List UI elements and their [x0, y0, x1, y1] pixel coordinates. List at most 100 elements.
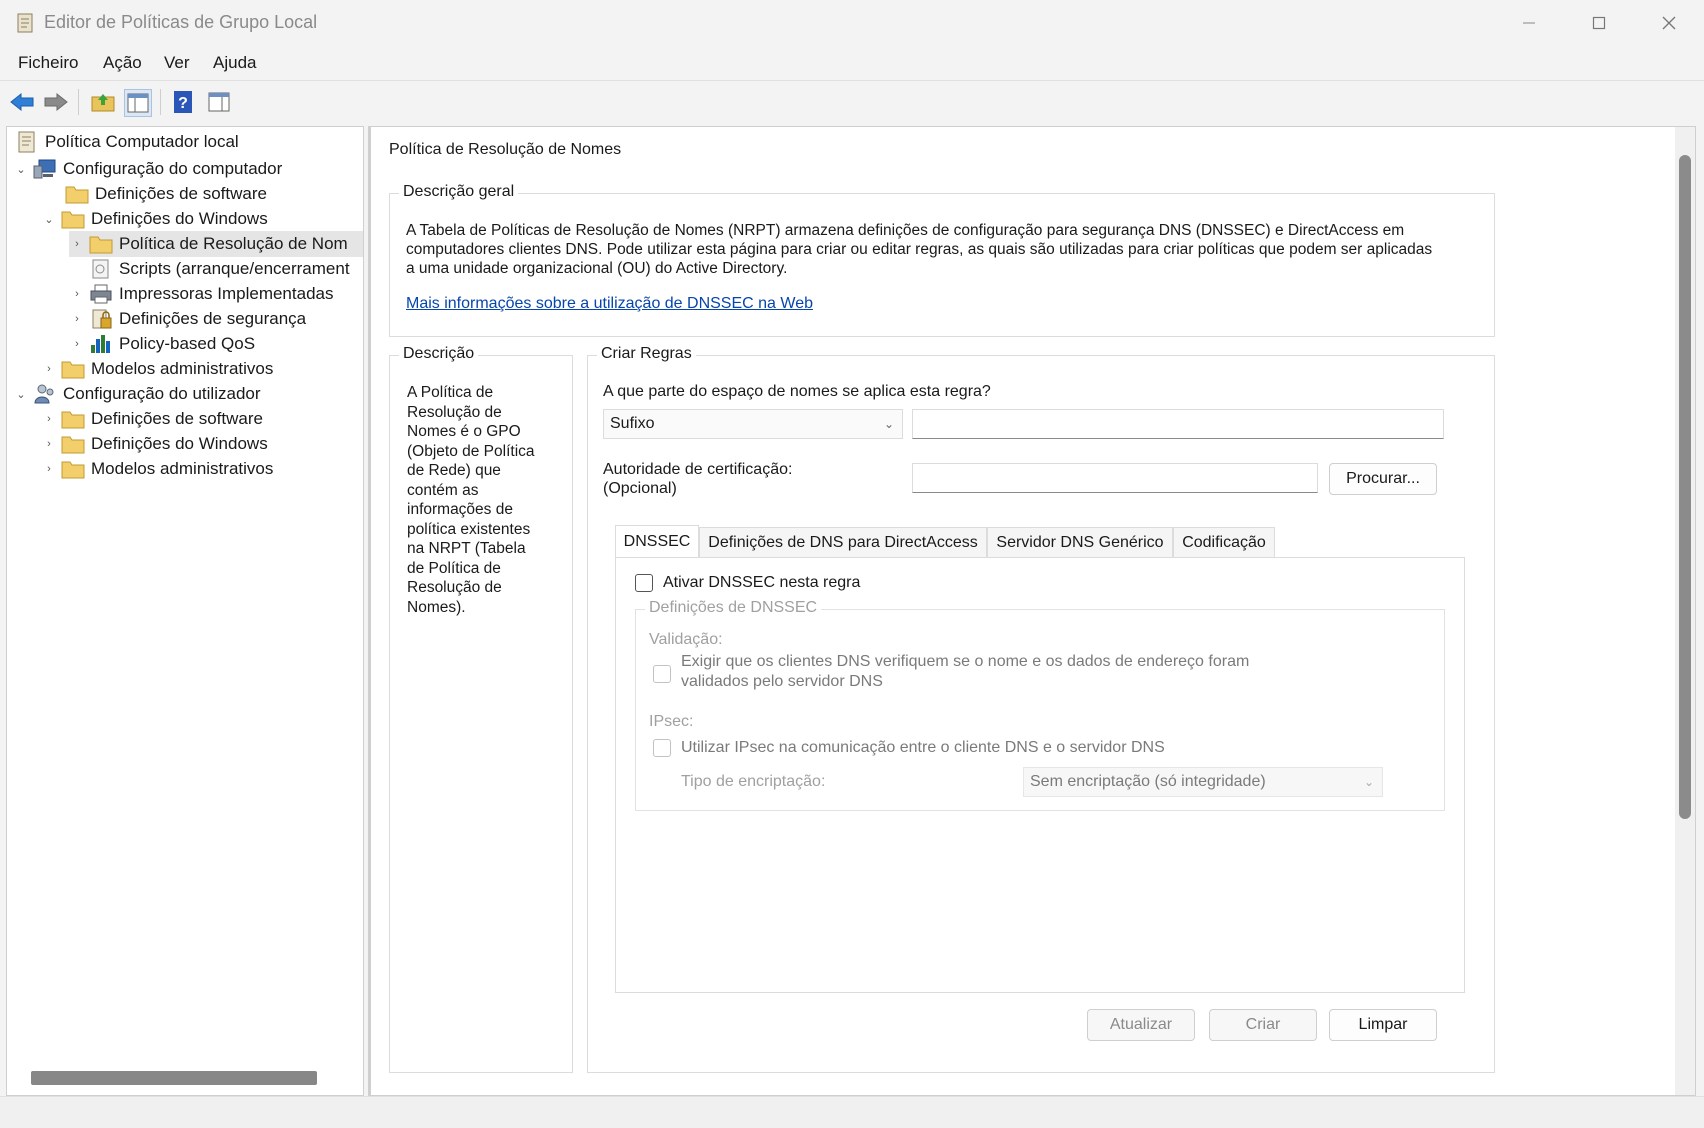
policy-document-icon [18, 131, 35, 153]
chevron-down-icon[interactable]: ⌄ [41, 211, 57, 227]
overview-text-line: a uma unidade organizacional (OU) do Act… [406, 260, 788, 277]
require-validation-label-line2: validados pelo servidor DNS [681, 673, 883, 690]
require-validation-checkbox[interactable] [653, 665, 671, 683]
namespace-type-select[interactable]: Sufixo ⌄ [603, 409, 903, 439]
maximize-button[interactable] [1564, 0, 1634, 46]
menu-file[interactable]: Ficheiro [18, 53, 78, 73]
tree-node-windows-settings[interactable]: ⌄ Definições do Windows [41, 206, 268, 232]
folder-icon [89, 236, 113, 254]
tab-dnssec[interactable]: DNSSEC [615, 525, 699, 557]
update-button[interactable]: Atualizar [1087, 1009, 1195, 1041]
minimize-icon [1523, 22, 1535, 24]
chevron-right-icon[interactable]: › [69, 336, 85, 352]
tree-node-label: Definições de software [95, 184, 267, 203]
menu-bar: Ficheiro Ação Ver Ajuda [0, 48, 1704, 78]
tab-encoding[interactable]: Codificação [1173, 527, 1275, 557]
forward-button[interactable] [43, 89, 69, 115]
help-button[interactable]: ? [170, 89, 196, 115]
tree-node-software-settings[interactable]: Definições de software [61, 181, 267, 207]
tab-directaccess-dns[interactable]: Definições de DNS para DirectAccess [699, 527, 987, 557]
close-button[interactable] [1634, 0, 1704, 46]
close-icon [1662, 16, 1676, 30]
printer-icon [90, 284, 112, 304]
show-hide-tree-button[interactable] [124, 89, 152, 117]
chevron-right-icon[interactable]: › [41, 436, 57, 452]
script-icon [92, 259, 109, 279]
dnssec-info-link[interactable]: Mais informações sobre a utilização de D… [406, 295, 813, 313]
chevron-down-icon[interactable]: ⌄ [13, 386, 29, 402]
tree-node-user-configuration[interactable]: ⌄ Configuração do utilizador [13, 381, 261, 407]
chevron-right-icon[interactable]: › [41, 411, 57, 427]
chevron-right-icon[interactable]: › [41, 461, 57, 477]
menu-action[interactable]: Ação [103, 53, 142, 73]
folder-up-icon [91, 94, 115, 112]
chevron-down-icon[interactable]: ⌄ [13, 161, 29, 177]
ca-label: Autoridade de certificação: [603, 461, 793, 478]
window-title: Editor de Políticas de Grupo Local [44, 12, 318, 32]
tree-node-label: Definições de software [91, 409, 263, 428]
create-rules-group-label: Criar Regras [597, 345, 696, 363]
overview-text-line: computadores clientes DNS. Pode utilizar… [406, 241, 1433, 258]
encryption-type-select[interactable]: Sem encriptação (só integridade) ⌄ [1023, 767, 1383, 797]
folder-icon [61, 411, 85, 429]
menu-view[interactable]: Ver [164, 53, 190, 73]
chevron-right-icon[interactable]: › [69, 236, 85, 252]
tree-node-label: Política Computador local [45, 132, 239, 151]
ca-optional-label: (Opcional) [603, 480, 677, 497]
tree-node-user-windows-settings[interactable]: › Definições do Windows [41, 431, 268, 457]
tree-node-local-computer-policy[interactable]: Política Computador local [11, 129, 239, 155]
status-bar [0, 1096, 1704, 1128]
menu-help[interactable]: Ajuda [213, 53, 256, 73]
back-button[interactable] [9, 89, 35, 115]
chevron-right-icon[interactable]: › [69, 286, 85, 302]
toolbar-separator [78, 89, 79, 115]
console-tree-icon [127, 93, 149, 113]
tree-node-user-administrative-templates[interactable]: › Modelos administrativos [41, 456, 273, 482]
tree-node-security-settings[interactable]: › Definições de segurança [69, 306, 306, 332]
chevron-right-icon[interactable]: › [41, 361, 57, 377]
require-validation-label: Exigir que os clientes DNS verifiquem se… [681, 653, 1250, 670]
tree-node-label: Definições de segurança [119, 309, 307, 328]
details-vertical-scrollbar[interactable] [1675, 127, 1695, 1095]
tree-node-scripts[interactable]: › Scripts (arranque/encerrament [69, 256, 350, 282]
folder-icon [61, 361, 85, 379]
create-button[interactable]: Criar [1209, 1009, 1317, 1041]
chevron-down-icon: ⌄ [883, 417, 894, 431]
chevron-right-icon[interactable]: › [69, 311, 85, 327]
bar-chart-icon [91, 335, 110, 353]
chevron-down-icon: ⌄ [1363, 775, 1374, 789]
forward-arrow-icon [44, 92, 68, 112]
dnssec-settings-group-label: Definições de DNSSEC [645, 599, 822, 617]
svg-text:?: ? [178, 95, 188, 112]
tab-generic-dns-server[interactable]: Servidor DNS Genérico [987, 527, 1173, 557]
enable-dnssec-label: Ativar DNSSEC nesta regra [663, 574, 861, 591]
namespace-question: A que parte do espaço de nomes se aplica… [603, 383, 991, 400]
browse-button[interactable]: Procurar... [1329, 463, 1437, 495]
up-folder-button[interactable] [90, 89, 116, 115]
ca-input[interactable] [912, 463, 1318, 493]
scrollbar-thumb[interactable] [1679, 155, 1691, 819]
tree-node-name-resolution-policy[interactable]: › Política de Resolução de Nom [69, 231, 363, 257]
description-group-label: Descrição [399, 345, 479, 363]
folder-icon [61, 211, 85, 229]
use-ipsec-checkbox[interactable] [653, 739, 671, 757]
tree-horizontal-scrollbar[interactable] [31, 1071, 317, 1085]
namespace-value-input[interactable] [912, 409, 1444, 439]
tree-node-policy-based-qos[interactable]: › Policy-based QoS [69, 331, 255, 357]
clear-button[interactable]: Limpar [1329, 1009, 1437, 1041]
tree-node-user-software-settings[interactable]: › Definições de software [41, 406, 263, 432]
show-action-pane-button[interactable] [206, 89, 232, 115]
gpedit-window: Editor de Políticas de Grupo Local Fiche… [0, 0, 1704, 1128]
page-title: Política de Resolução de Nomes [389, 141, 622, 158]
tree-node-computer-configuration[interactable]: ⌄ Configuração do computador [13, 156, 282, 182]
overview-text-line: A Tabela de Políticas de Resolução de No… [406, 222, 1405, 239]
tree-node-label: Modelos administrativos [91, 359, 274, 378]
use-ipsec-label: Utilizar IPsec na comunicação entre o cl… [681, 739, 1165, 756]
minimize-button[interactable] [1494, 0, 1564, 46]
tree-node-administrative-templates[interactable]: › Modelos administrativos [41, 356, 273, 382]
tree-node-deployed-printers[interactable]: › Impressoras Implementadas [69, 281, 333, 307]
enable-dnssec-checkbox[interactable] [635, 574, 653, 592]
folder-icon [65, 186, 89, 204]
overview-group-label: Descrição geral [399, 183, 519, 201]
tree-node-label: Definições do Windows [91, 209, 268, 228]
